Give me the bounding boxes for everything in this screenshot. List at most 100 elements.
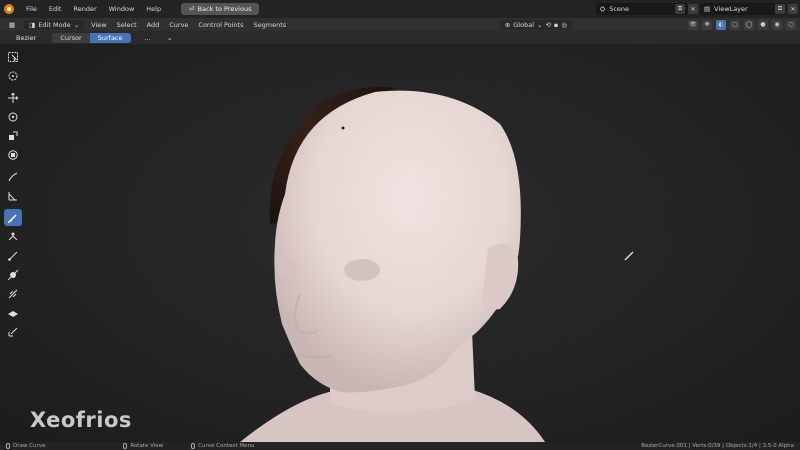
measure-tool[interactable]: [4, 187, 22, 204]
curve-pen-tool[interactable]: [4, 323, 22, 340]
wireframe-shading-icon[interactable]: ◯: [744, 19, 754, 30]
segment-surface[interactable]: Surface: [89, 32, 131, 43]
draw-curve-icon: [7, 213, 17, 223]
measure-icon: [8, 191, 17, 200]
header-menu-curve[interactable]: Curve: [166, 20, 191, 30]
mode-dropdown[interactable]: ◨ Edit Mode ⌄: [24, 19, 85, 30]
snap-icon: ▪: [553, 20, 559, 29]
head-model: [240, 86, 545, 442]
edit-mode-icon: ◨: [29, 20, 36, 29]
mouse-middle-icon: [123, 443, 128, 449]
rotate-tool[interactable]: [4, 108, 22, 125]
view-layer-icon: ▤: [704, 5, 711, 13]
header-menu-control-points[interactable]: Control Points: [195, 20, 246, 30]
mouse-right-icon: [191, 443, 196, 449]
select-box-icon: [8, 51, 18, 62]
back-to-previous-label: Back to Previous: [197, 5, 252, 13]
overlays-icon[interactable]: ◐: [716, 19, 726, 30]
shrink-icon: [8, 310, 18, 317]
menu-render[interactable]: Render: [69, 3, 100, 15]
chevron-down-icon: ⌄: [73, 20, 80, 29]
gizmo-icon[interactable]: ✥: [702, 19, 712, 30]
status-left-label: Draw Curve: [13, 443, 46, 449]
tilt-icon: [7, 269, 19, 280]
orientation-icon: ⊕: [504, 20, 511, 29]
orientation-label: Global: [513, 20, 535, 29]
status-right-label: Curve Context Menu: [198, 443, 255, 449]
select-box-tool[interactable]: [4, 48, 22, 65]
head-shape: [274, 90, 521, 393]
status-middle-click: Rotate View: [123, 443, 163, 449]
solid-shading-icon[interactable]: ●: [758, 19, 768, 30]
status-middle-label: Rotate View: [130, 443, 164, 449]
material-shading-icon[interactable]: ◉: [772, 19, 782, 30]
move-tool[interactable]: [4, 89, 22, 106]
menu-window[interactable]: Window: [105, 3, 139, 15]
transform-icon: [8, 149, 18, 160]
new-scene-icon[interactable]: ⧉: [675, 4, 685, 14]
cursor-tool[interactable]: [4, 67, 22, 84]
watermark-text: Xeofrios: [30, 408, 132, 432]
scene-statistics: BezierCurve.001 | Verts:0/39 | Objects:1…: [641, 443, 794, 449]
tool-settings-bar: Bezier Cursor Surface ... ⌄: [0, 31, 800, 44]
3d-viewport[interactable]: [0, 44, 800, 442]
scale-icon: [9, 131, 18, 140]
blender-logo-icon[interactable]: [4, 4, 14, 14]
menu-edit[interactable]: Edit: [45, 3, 66, 15]
transform-orientation-dropdown[interactable]: ⊕ Global ⌄ ⟲ ▪ ◎: [499, 19, 572, 30]
transform-tool[interactable]: [4, 146, 22, 163]
pen-icon: [8, 327, 18, 336]
delete-scene-icon[interactable]: ✕: [688, 4, 698, 14]
view-layer-selector[interactable]: ▤ ViewLayer: [700, 3, 784, 15]
eye-right: [277, 260, 297, 278]
view-layer-label: ViewLayer: [714, 5, 748, 13]
menu-file[interactable]: File: [22, 3, 41, 15]
editor-type-dropdown[interactable]: ▦: [4, 20, 20, 30]
scene-icon: ⛭: [600, 4, 606, 13]
left-toolbar: [4, 48, 24, 341]
menu-help[interactable]: Help: [142, 3, 165, 15]
draw-curve-tool[interactable]: [4, 209, 22, 226]
viewport-editor-icon: ▦: [9, 20, 16, 29]
new-view-layer-icon[interactable]: ⧉: [775, 4, 785, 14]
header-menu-view[interactable]: View: [88, 20, 109, 30]
status-left-click: Draw Curve: [6, 443, 45, 449]
shrink-fatten-tool[interactable]: [4, 304, 22, 321]
rendered-shading-icon[interactable]: ○: [786, 19, 796, 30]
status-bar: Draw Curve Rotate View Curve Context Men…: [0, 442, 800, 450]
cursor-icon: [8, 71, 18, 80]
curve-type-dropdown[interactable]: Bezier: [8, 33, 44, 43]
chevron-down-icon: ⌄: [166, 33, 173, 42]
viewport-header: ▦ ◨ Edit Mode ⌄ View Select Add Curve Co…: [0, 18, 800, 31]
header-menu-select[interactable]: Select: [114, 20, 140, 30]
randomize-tool[interactable]: [4, 285, 22, 302]
scale-tool[interactable]: [4, 127, 22, 144]
mouse-left-icon: [6, 443, 10, 449]
status-right-click: Curve Context Menu: [191, 443, 255, 449]
segment-cursor[interactable]: Cursor: [52, 32, 90, 43]
eye-left: [344, 259, 380, 281]
chevron-down-icon: ⌄: [537, 20, 543, 29]
back-to-previous-button[interactable]: ⏎ Back to Previous: [181, 3, 260, 15]
more-options-dropdown[interactable]: ...: [137, 33, 159, 43]
pivot-icon: ⟲: [545, 20, 551, 29]
radius-icon: [8, 251, 18, 261]
proportional-icon: ◎: [561, 20, 567, 29]
move-icon: [8, 92, 19, 103]
scene-label: Scene: [609, 5, 630, 13]
pen-cursor-icon: [624, 251, 634, 261]
annotate-tool[interactable]: [4, 168, 22, 185]
back-icon: ⏎: [189, 5, 195, 13]
xray-icon[interactable]: ▢: [730, 19, 740, 30]
rotate-icon: [8, 112, 18, 121]
randomize-icon: [8, 289, 18, 298]
curve-point: [341, 126, 345, 130]
tilt-tool[interactable]: [4, 266, 22, 283]
header-menu-add[interactable]: Add: [144, 20, 163, 30]
delete-view-layer-icon[interactable]: ✕: [788, 4, 798, 14]
viewport-shading-group: 👁 ✥ ◐ ▢ ◯ ● ◉ ○: [636, 19, 796, 30]
header-menu-segments[interactable]: Segments: [251, 20, 290, 30]
extrude-tool[interactable]: [4, 228, 22, 245]
visibility-icon[interactable]: 👁: [688, 19, 698, 30]
radius-tool[interactable]: [4, 247, 22, 264]
